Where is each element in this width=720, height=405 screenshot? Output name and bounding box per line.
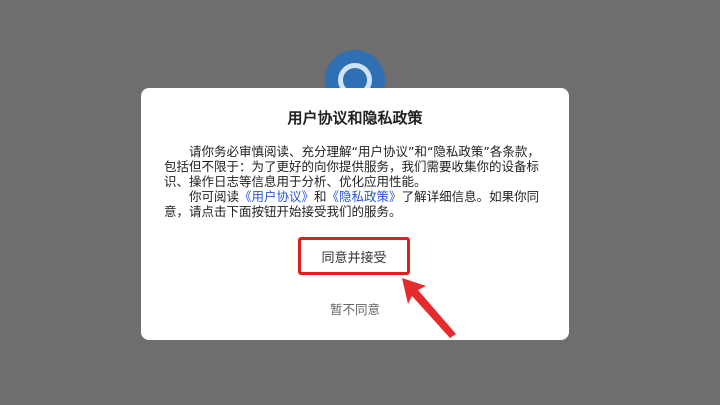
red-arrow-icon — [402, 278, 456, 338]
user-agreement-link[interactable]: 《用户协议》 — [239, 189, 314, 204]
dialog-body: 请你务必审慎阅读、充分理解“用户协议”和“隐私政策”各条款，包括但不限于：为了更… — [164, 144, 546, 219]
consent-paragraph-1: 请你务必审慎阅读、充分理解“用户协议”和“隐私政策”各条款，包括但不限于：为了更… — [164, 144, 540, 189]
privacy-policy-link[interactable]: 《隐私政策》 — [327, 189, 402, 204]
p2-prefix: 你可阅读 — [189, 189, 240, 204]
disagree-button[interactable]: 暂不同意 — [305, 298, 405, 318]
p2-and: 和 — [314, 189, 327, 204]
dialog-title: 用户协议和隐私政策 — [287, 109, 423, 127]
consent-paragraph-2: 你可阅读《用户协议》和《隐私政策》了解详细信息。如果你同意，请点击下面按钮开始接… — [164, 189, 546, 219]
privacy-consent-dialog: 用户协议和隐私政策 请你务必审慎阅读、充分理解“用户协议”和“隐私政策”各条款，… — [141, 88, 569, 340]
agree-button[interactable]: 同意并接受 — [298, 237, 410, 275]
